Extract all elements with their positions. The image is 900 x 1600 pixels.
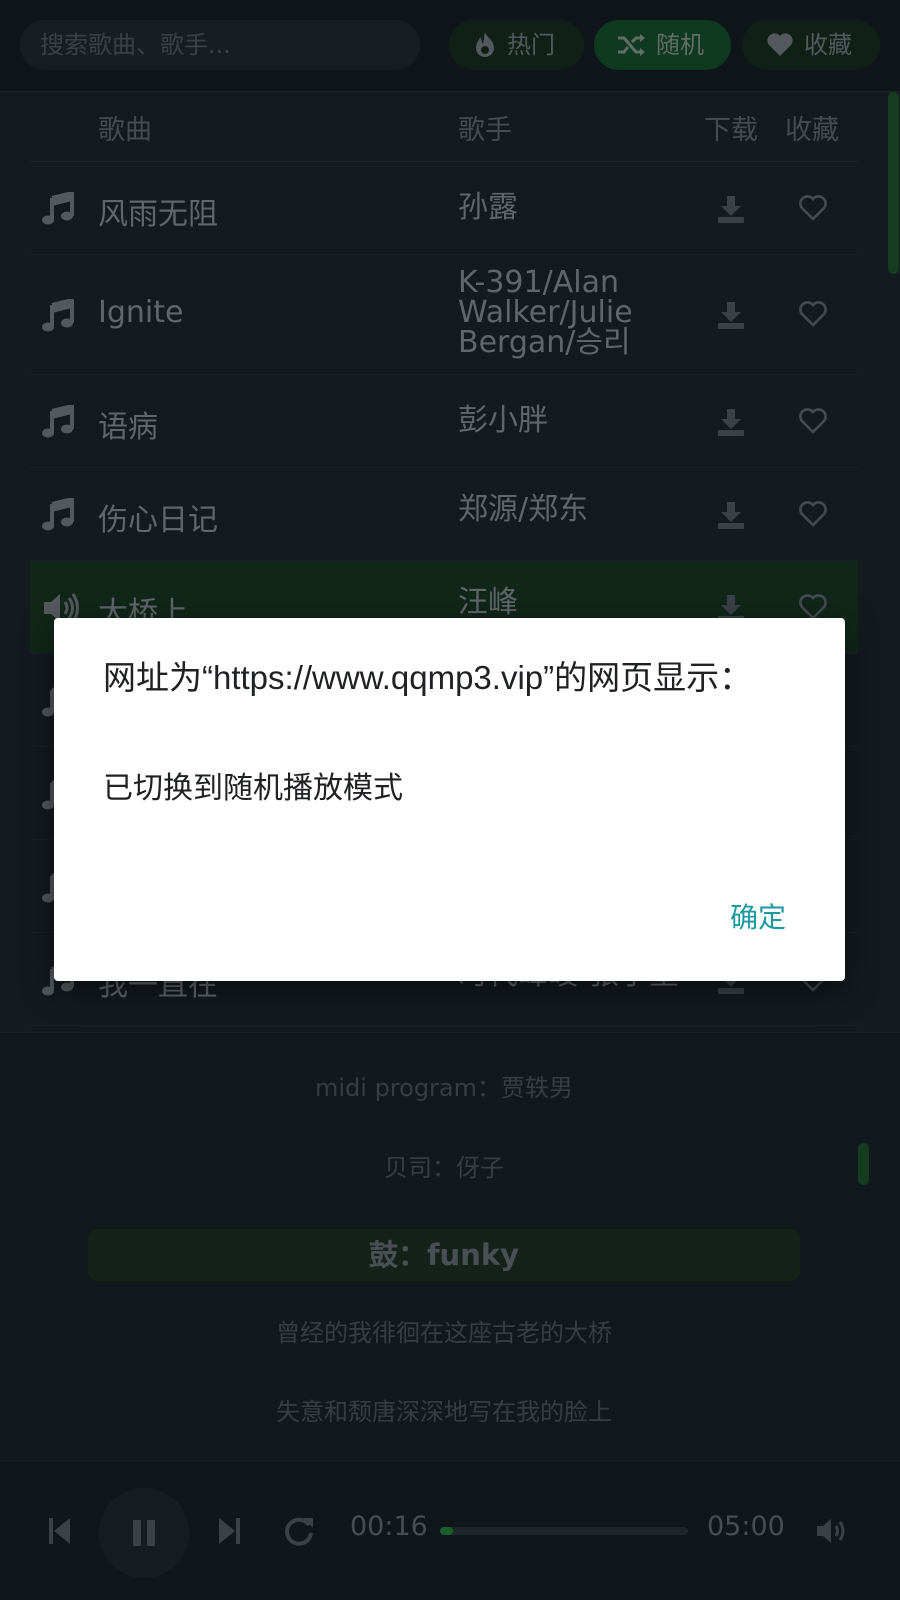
alert-dialog: 网址为“https://www.qqmp3.vip”的网页显示： 已切换到随机播…	[54, 618, 845, 981]
dialog-title: 网址为“https://www.qqmp3.vip”的网页显示：	[103, 659, 753, 696]
ok-button[interactable]: 确定	[730, 896, 786, 936]
dialog-message: 已切换到随机播放模式	[103, 772, 403, 805]
